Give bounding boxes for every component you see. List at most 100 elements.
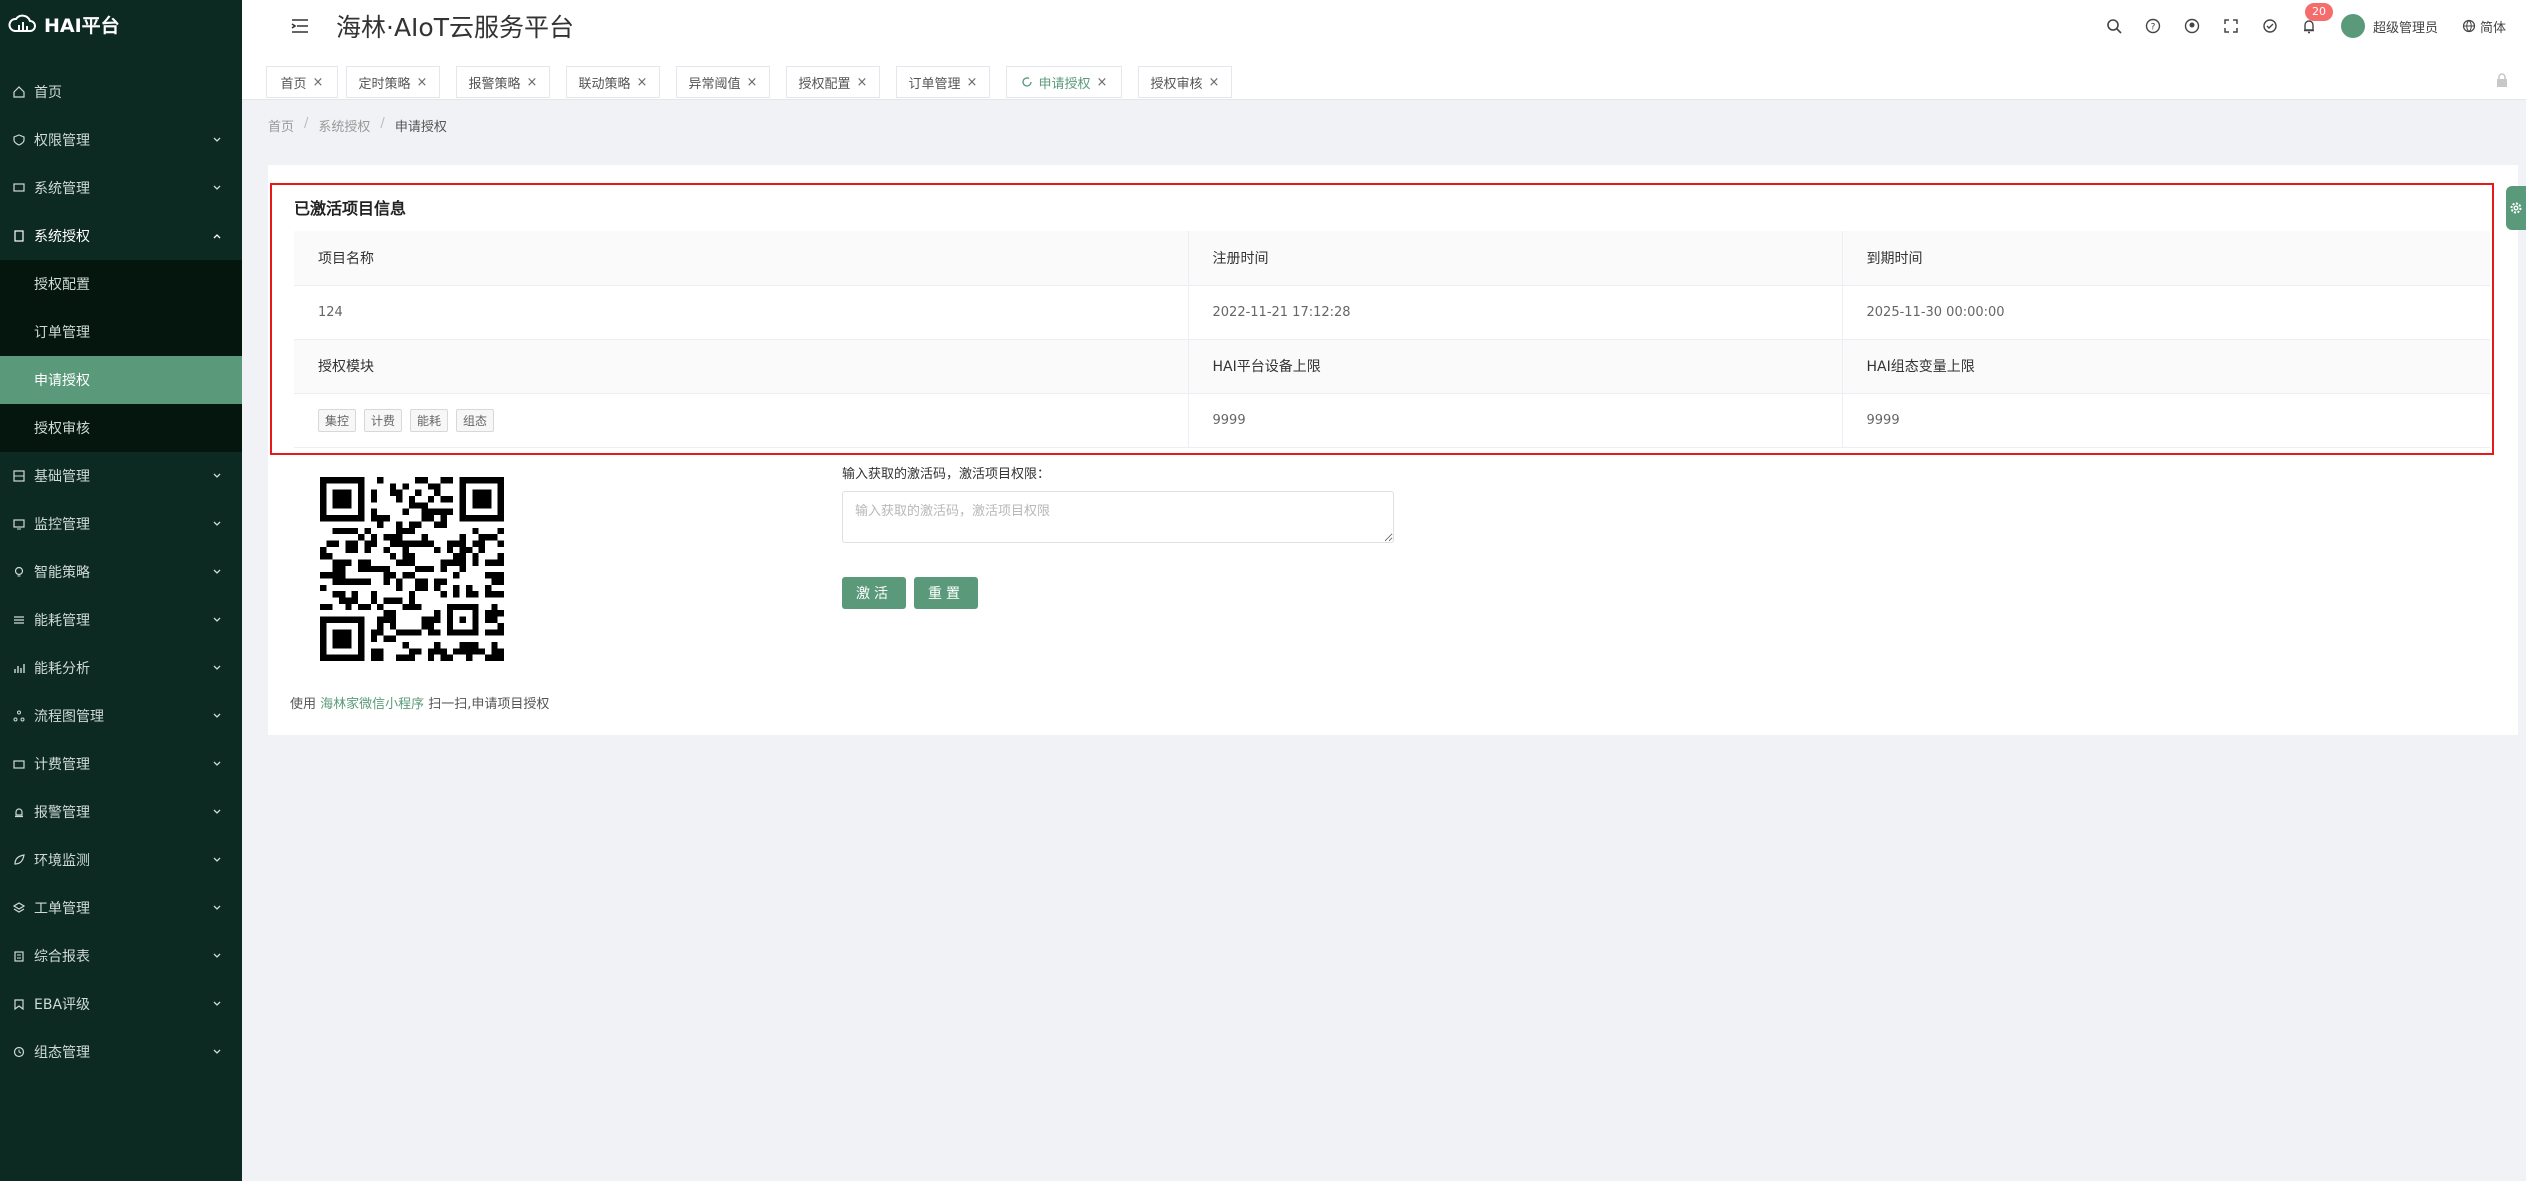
sidebar-item-label: 智能策略	[34, 565, 90, 581]
sidebar-item-monitor[interactable]: 监控管理	[0, 500, 242, 548]
github-icon[interactable]	[2182, 16, 2202, 36]
close-icon[interactable]: ×	[637, 75, 648, 90]
tab-abnormal-threshold[interactable]: 异常阈值 ×	[676, 66, 770, 98]
avatar[interactable]	[2340, 14, 2365, 38]
sidebar-subitem-apply-auth[interactable]: 申请授权	[0, 356, 242, 404]
close-icon[interactable]: ×	[857, 75, 868, 90]
main-card: 已激活项目信息 项目名称 注册时间 到期时间 124 2022-11-21 17…	[268, 165, 2518, 735]
sidebar-item-alarm[interactable]: 报警管理	[0, 788, 242, 836]
tab-alarm-strategy[interactable]: 报警策略 ×	[456, 66, 550, 98]
sidebar-item-label: 能耗分析	[34, 661, 90, 677]
sidebar-item-basic[interactable]: 基础管理	[0, 452, 242, 500]
tab-label: 订单管理	[908, 76, 961, 92]
sidebar-subitem-orders[interactable]: 订单管理	[0, 308, 242, 356]
close-icon[interactable]: ×	[313, 75, 324, 90]
tab-label: 联动策略	[578, 76, 631, 92]
close-icon[interactable]: ×	[747, 75, 758, 90]
sidebar-item-reports[interactable]: 综合报表	[0, 932, 242, 980]
language-label: 简体	[2479, 20, 2506, 36]
bell-icon[interactable]: 20	[2299, 3, 2333, 36]
sidebar-subitem-auth-config[interactable]: 授权配置	[0, 260, 242, 308]
activation-code-input[interactable]	[842, 491, 1394, 543]
search-icon[interactable]	[2104, 16, 2124, 36]
chevron-up-icon	[213, 234, 221, 239]
brand-name: HAI平台	[44, 14, 120, 37]
chevron-down-icon	[213, 473, 221, 478]
close-icon[interactable]: ×	[527, 75, 538, 90]
sidebar-item-label: EBA评级	[34, 997, 91, 1013]
mini-program-link[interactable]: 海林家微信小程序	[320, 697, 424, 712]
table-row: 124 2022-11-21 17:12:28 2025-11-30 00:00…	[294, 285, 2490, 340]
chevron-down-icon	[213, 617, 221, 622]
breadcrumb-home[interactable]: 首页	[268, 116, 294, 135]
sidebar-item-billing[interactable]: 计费管理	[0, 740, 242, 788]
chevron-down-icon	[213, 713, 221, 718]
settings-drawer-toggle[interactable]	[2506, 186, 2526, 230]
gear-icon	[2510, 202, 2522, 214]
auth-modules-value: 集控 计费 能耗 组态	[294, 393, 1188, 448]
sidebar-item-label: 报警管理	[34, 805, 90, 821]
sidebar-item-home[interactable]: 首页	[0, 68, 242, 116]
help-icon[interactable]: ?	[2143, 16, 2163, 36]
sidebar-item-environment[interactable]: 环境监测	[0, 836, 242, 884]
close-icon[interactable]: ×	[417, 75, 428, 90]
sidebar-item-eba-rating[interactable]: EBA评级	[0, 980, 242, 1028]
sidebar-item-configuration[interactable]: 组态管理	[0, 1028, 242, 1076]
sidebar-item-permissions[interactable]: 权限管理	[0, 116, 242, 164]
menu-fold-icon[interactable]	[290, 16, 310, 36]
tab-label: 定时策略	[358, 76, 411, 92]
module-tag: 集控	[318, 408, 357, 432]
theme-icon[interactable]	[2260, 16, 2280, 36]
tab-label: 申请授权	[1038, 76, 1091, 92]
sidebar-item-label: 系统授权	[34, 229, 90, 245]
sidebar-item-system-auth[interactable]: 系统授权	[0, 212, 242, 260]
sidebar-item-smart-strategy[interactable]: 智能策略	[0, 548, 242, 596]
clock-icon	[12, 1045, 26, 1059]
close-icon[interactable]: ×	[1097, 75, 1108, 90]
language-switch[interactable]: 简体	[2462, 17, 2506, 36]
chevron-down-icon	[213, 137, 221, 142]
badge-icon	[12, 997, 26, 1011]
logo[interactable]: HAI平台	[0, 0, 242, 48]
close-icon[interactable]: ×	[967, 75, 978, 90]
notification-badge: 20	[2304, 3, 2333, 21]
register-time-value: 2022-11-21 17:12:28	[1187, 285, 1842, 340]
chevron-down-icon	[213, 857, 221, 862]
qr-caption: 使用 海林家微信小程序 扫一扫,申请项目授权	[290, 693, 549, 712]
header-auth-modules: 授权模块	[294, 339, 1188, 394]
tab-label: 首页	[280, 76, 307, 92]
sidebar-item-label: 工单管理	[34, 901, 90, 917]
expire-time-value: 2025-11-30 00:00:00	[1841, 285, 2490, 340]
fullscreen-icon[interactable]	[2221, 16, 2241, 36]
tab-label: 异常阈值	[688, 76, 741, 92]
grid-icon	[12, 469, 26, 483]
monitor-icon	[12, 517, 26, 531]
sidebar-item-work-orders[interactable]: 工单管理	[0, 884, 242, 932]
tab-home[interactable]: 首页 ×	[266, 66, 338, 98]
sidebar-subitem-auth-review[interactable]: 授权审核	[0, 404, 242, 452]
breadcrumb-separator: /	[380, 116, 385, 131]
tab-linkage-strategy[interactable]: 联动策略 ×	[566, 66, 660, 98]
tab-timer-strategy[interactable]: 定时策略 ×	[346, 66, 440, 98]
qr-caption-suffix: 扫一扫,申请项目授权	[424, 697, 550, 712]
sidebar-item-label: 组态管理	[34, 1045, 90, 1061]
activate-button[interactable]: 激活	[842, 577, 906, 609]
close-icon[interactable]: ×	[1209, 75, 1220, 90]
sidebar-item-energy-analysis[interactable]: 能耗分析	[0, 644, 242, 692]
sidebar-item-energy-management[interactable]: 能耗管理	[0, 596, 242, 644]
tab-order-management[interactable]: 订单管理 ×	[896, 66, 990, 98]
chevron-down-icon	[213, 185, 221, 190]
reset-button[interactable]: 重置	[914, 577, 978, 609]
tab-auth-review[interactable]: 授权审核 ×	[1138, 66, 1232, 98]
chevron-down-icon	[213, 761, 221, 766]
user-name[interactable]: 超级管理员	[2373, 17, 2438, 36]
sidebar-item-system[interactable]: 系统管理	[0, 164, 242, 212]
refresh-icon[interactable]	[1021, 76, 1033, 88]
sidebar: HAI平台 首页 权限管理 系统管理 系统授权 授权配置 订单管理 申请授权 授…	[0, 0, 242, 1181]
tab-apply-auth[interactable]: 申请授权 ×	[1006, 66, 1122, 98]
breadcrumb-system-auth[interactable]: 系统授权	[318, 116, 370, 135]
lock-icon[interactable]	[2494, 72, 2510, 88]
leaf-icon	[12, 853, 26, 867]
sidebar-item-flowchart[interactable]: 流程图管理	[0, 692, 242, 740]
tab-auth-config[interactable]: 授权配置 ×	[786, 66, 880, 98]
